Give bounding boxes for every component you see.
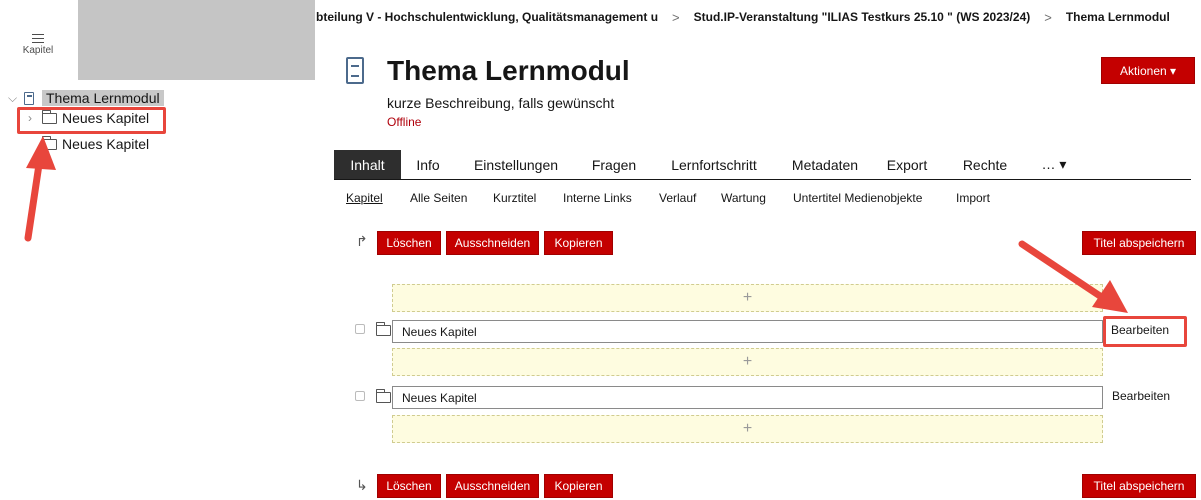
tab-metadaten[interactable]: Metadaten — [784, 150, 866, 179]
breadcrumb-item[interactable]: Thema Lernmodul — [1066, 10, 1170, 25]
tab-lernfortschritt[interactable]: Lernfortschritt — [659, 150, 769, 179]
save-titles-button[interactable]: Titel abspeichern — [1082, 231, 1196, 255]
subtab-wartung[interactable]: Wartung — [721, 191, 766, 205]
tab-fragen[interactable]: Fragen — [584, 150, 644, 179]
tree-item-label[interactable]: Neues Kapitel — [62, 136, 149, 152]
tab-info[interactable]: Info — [406, 150, 450, 179]
save-titles-button[interactable]: Titel abspeichern — [1082, 474, 1196, 498]
subtab-import[interactable]: Import — [956, 191, 990, 205]
tab-more-dropdown[interactable]: … ▾ — [1034, 150, 1074, 179]
learning-module-icon — [24, 91, 34, 105]
breadcrumb-item[interactable]: Stud.IP-Veranstaltung "ILIAS Testkurs 25… — [694, 10, 1031, 25]
page-description: kurze Beschreibung, falls gewünscht — [387, 95, 615, 111]
actions-dropdown-button[interactable]: Aktionen ▾ — [1101, 57, 1195, 84]
subtab-kapitel[interactable]: Kapitel — [346, 191, 383, 205]
folder-icon — [41, 135, 57, 150]
chevron-down-icon[interactable]: ⌵ — [8, 91, 20, 106]
main-tabs: Inhalt Info Einstellungen Fragen Lernfor… — [334, 150, 1191, 180]
tree-item-chapter[interactable]: Neues Kapitel — [40, 134, 149, 154]
plus-icon: + — [742, 289, 753, 306]
delete-button[interactable]: Löschen — [377, 474, 441, 498]
folder-icon — [375, 389, 391, 403]
annotation-highlight-box — [17, 107, 166, 134]
tree-item-label[interactable]: Thema Lernmodul — [42, 90, 164, 106]
chapter-title-input[interactable]: Neues Kapitel — [392, 386, 1103, 409]
folder-icon — [375, 322, 391, 336]
tab-rechte[interactable]: Rechte — [960, 150, 1010, 179]
copy-button[interactable]: Kopieren — [544, 231, 613, 255]
cut-button[interactable]: Ausschneiden — [446, 231, 539, 255]
kapitel-toggle[interactable]: Kapitel — [20, 30, 56, 56]
annotation-highlight-box — [1103, 316, 1187, 347]
tab-export[interactable]: Export — [880, 150, 934, 179]
row-checkbox[interactable] — [355, 324, 365, 334]
logo-placeholder — [78, 0, 315, 80]
chapter-title-input[interactable]: Neues Kapitel — [392, 320, 1103, 343]
breadcrumb: bteilung V - Hochschulentwicklung, Quali… — [316, 10, 1170, 25]
subtab-alle-seiten[interactable]: Alle Seiten — [410, 191, 467, 205]
learning-module-icon — [346, 57, 364, 84]
tab-inhalt[interactable]: Inhalt — [334, 150, 401, 179]
chevron-right-icon: > — [672, 10, 680, 25]
copy-button[interactable]: Kopieren — [544, 474, 613, 498]
status-label: Offline — [387, 115, 422, 129]
tree-item-root[interactable]: ⌵ Thema Lernmodul — [8, 88, 164, 108]
row-checkbox[interactable] — [355, 391, 365, 401]
kapitel-toggle-label: Kapitel — [22, 45, 54, 57]
subtab-verlauf[interactable]: Verlauf — [659, 191, 696, 205]
insert-dropzone[interactable]: + — [392, 284, 1103, 312]
menu-icon — [32, 34, 44, 43]
page-title: Thema Lernmodul — [387, 55, 630, 86]
subtab-interne-links[interactable]: Interne Links — [563, 191, 632, 205]
delete-button[interactable]: Löschen — [377, 231, 441, 255]
cut-button[interactable]: Ausschneiden — [446, 474, 539, 498]
arrow-turn-right-icon: ↱ — [356, 233, 368, 249]
arrow-turn-down-icon: ↳ — [356, 477, 368, 493]
insert-dropzone[interactable]: + — [392, 415, 1103, 443]
subtab-kurztitel[interactable]: Kurztitel — [493, 191, 536, 205]
breadcrumb-item[interactable]: bteilung V - Hochschulentwicklung, Quali… — [316, 10, 658, 25]
plus-icon: + — [742, 420, 753, 437]
tab-einstellungen[interactable]: Einstellungen — [466, 150, 566, 179]
edit-link[interactable]: Bearbeiten — [1112, 389, 1170, 403]
plus-icon: + — [742, 353, 753, 370]
subtab-untertitel-medienobjekte[interactable]: Untertitel Medienobjekte — [793, 191, 922, 205]
insert-dropzone[interactable]: + — [392, 348, 1103, 376]
chevron-right-icon: > — [1044, 10, 1052, 25]
